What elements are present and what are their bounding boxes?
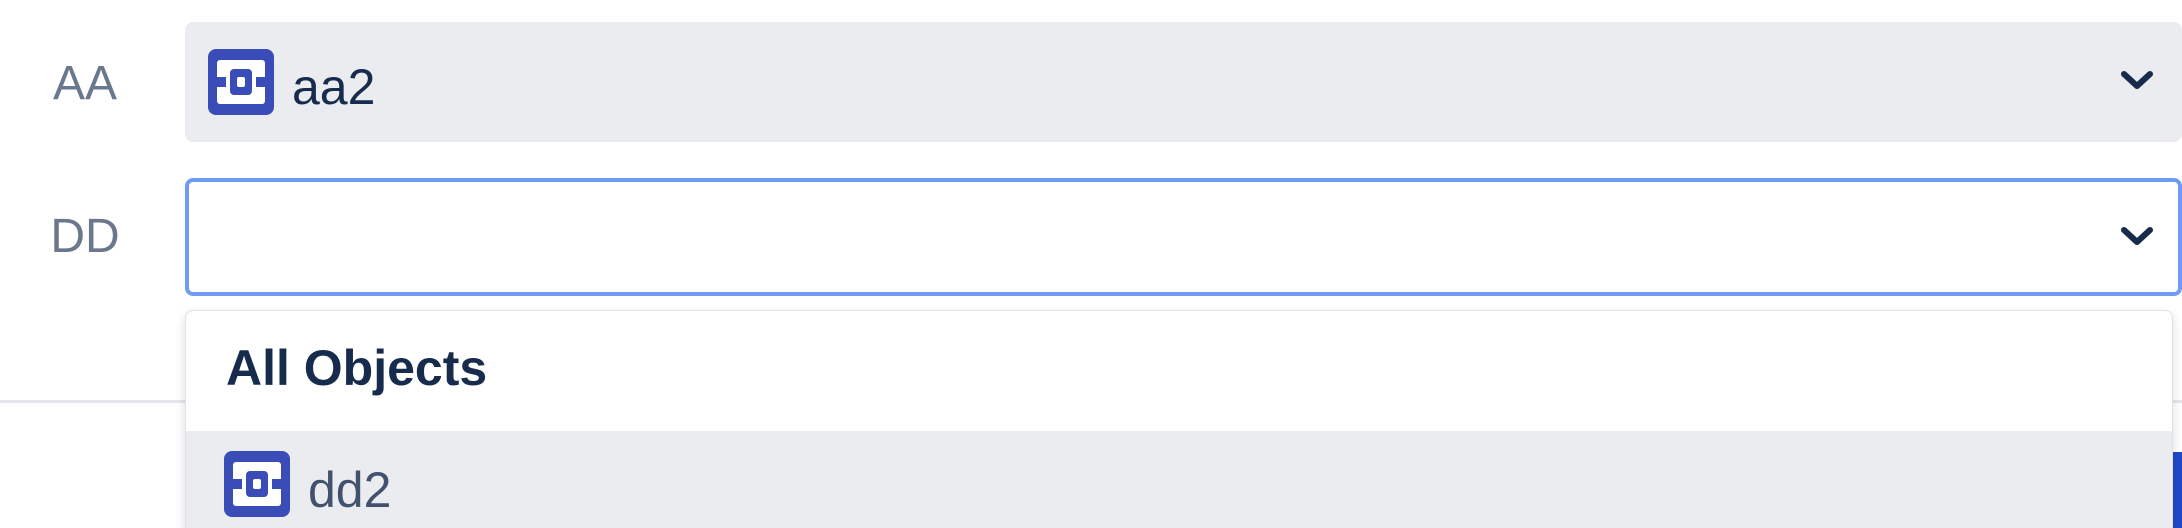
chevron-down-icon[interactable]	[2120, 70, 2154, 92]
dropdown-option-dd2[interactable]: dd2	[186, 431, 2172, 528]
field-label-dd: DD	[50, 210, 120, 263]
dropdown-group-header: All Objects	[226, 340, 488, 396]
object-field-form: AA aa2 DD All Objects dd2	[0, 0, 2182, 528]
aa-select[interactable]: aa2	[185, 22, 2182, 142]
object-icon	[208, 49, 274, 115]
chevron-down-icon[interactable]	[2120, 226, 2154, 248]
dd-select-input[interactable]	[185, 178, 2182, 296]
dd-dropdown-menu: All Objects dd2	[185, 310, 2173, 528]
field-label-aa: AA	[52, 57, 118, 110]
object-icon	[224, 451, 290, 517]
dropdown-option-label: dd2	[308, 462, 392, 518]
aa-selected-value: aa2	[292, 59, 376, 115]
